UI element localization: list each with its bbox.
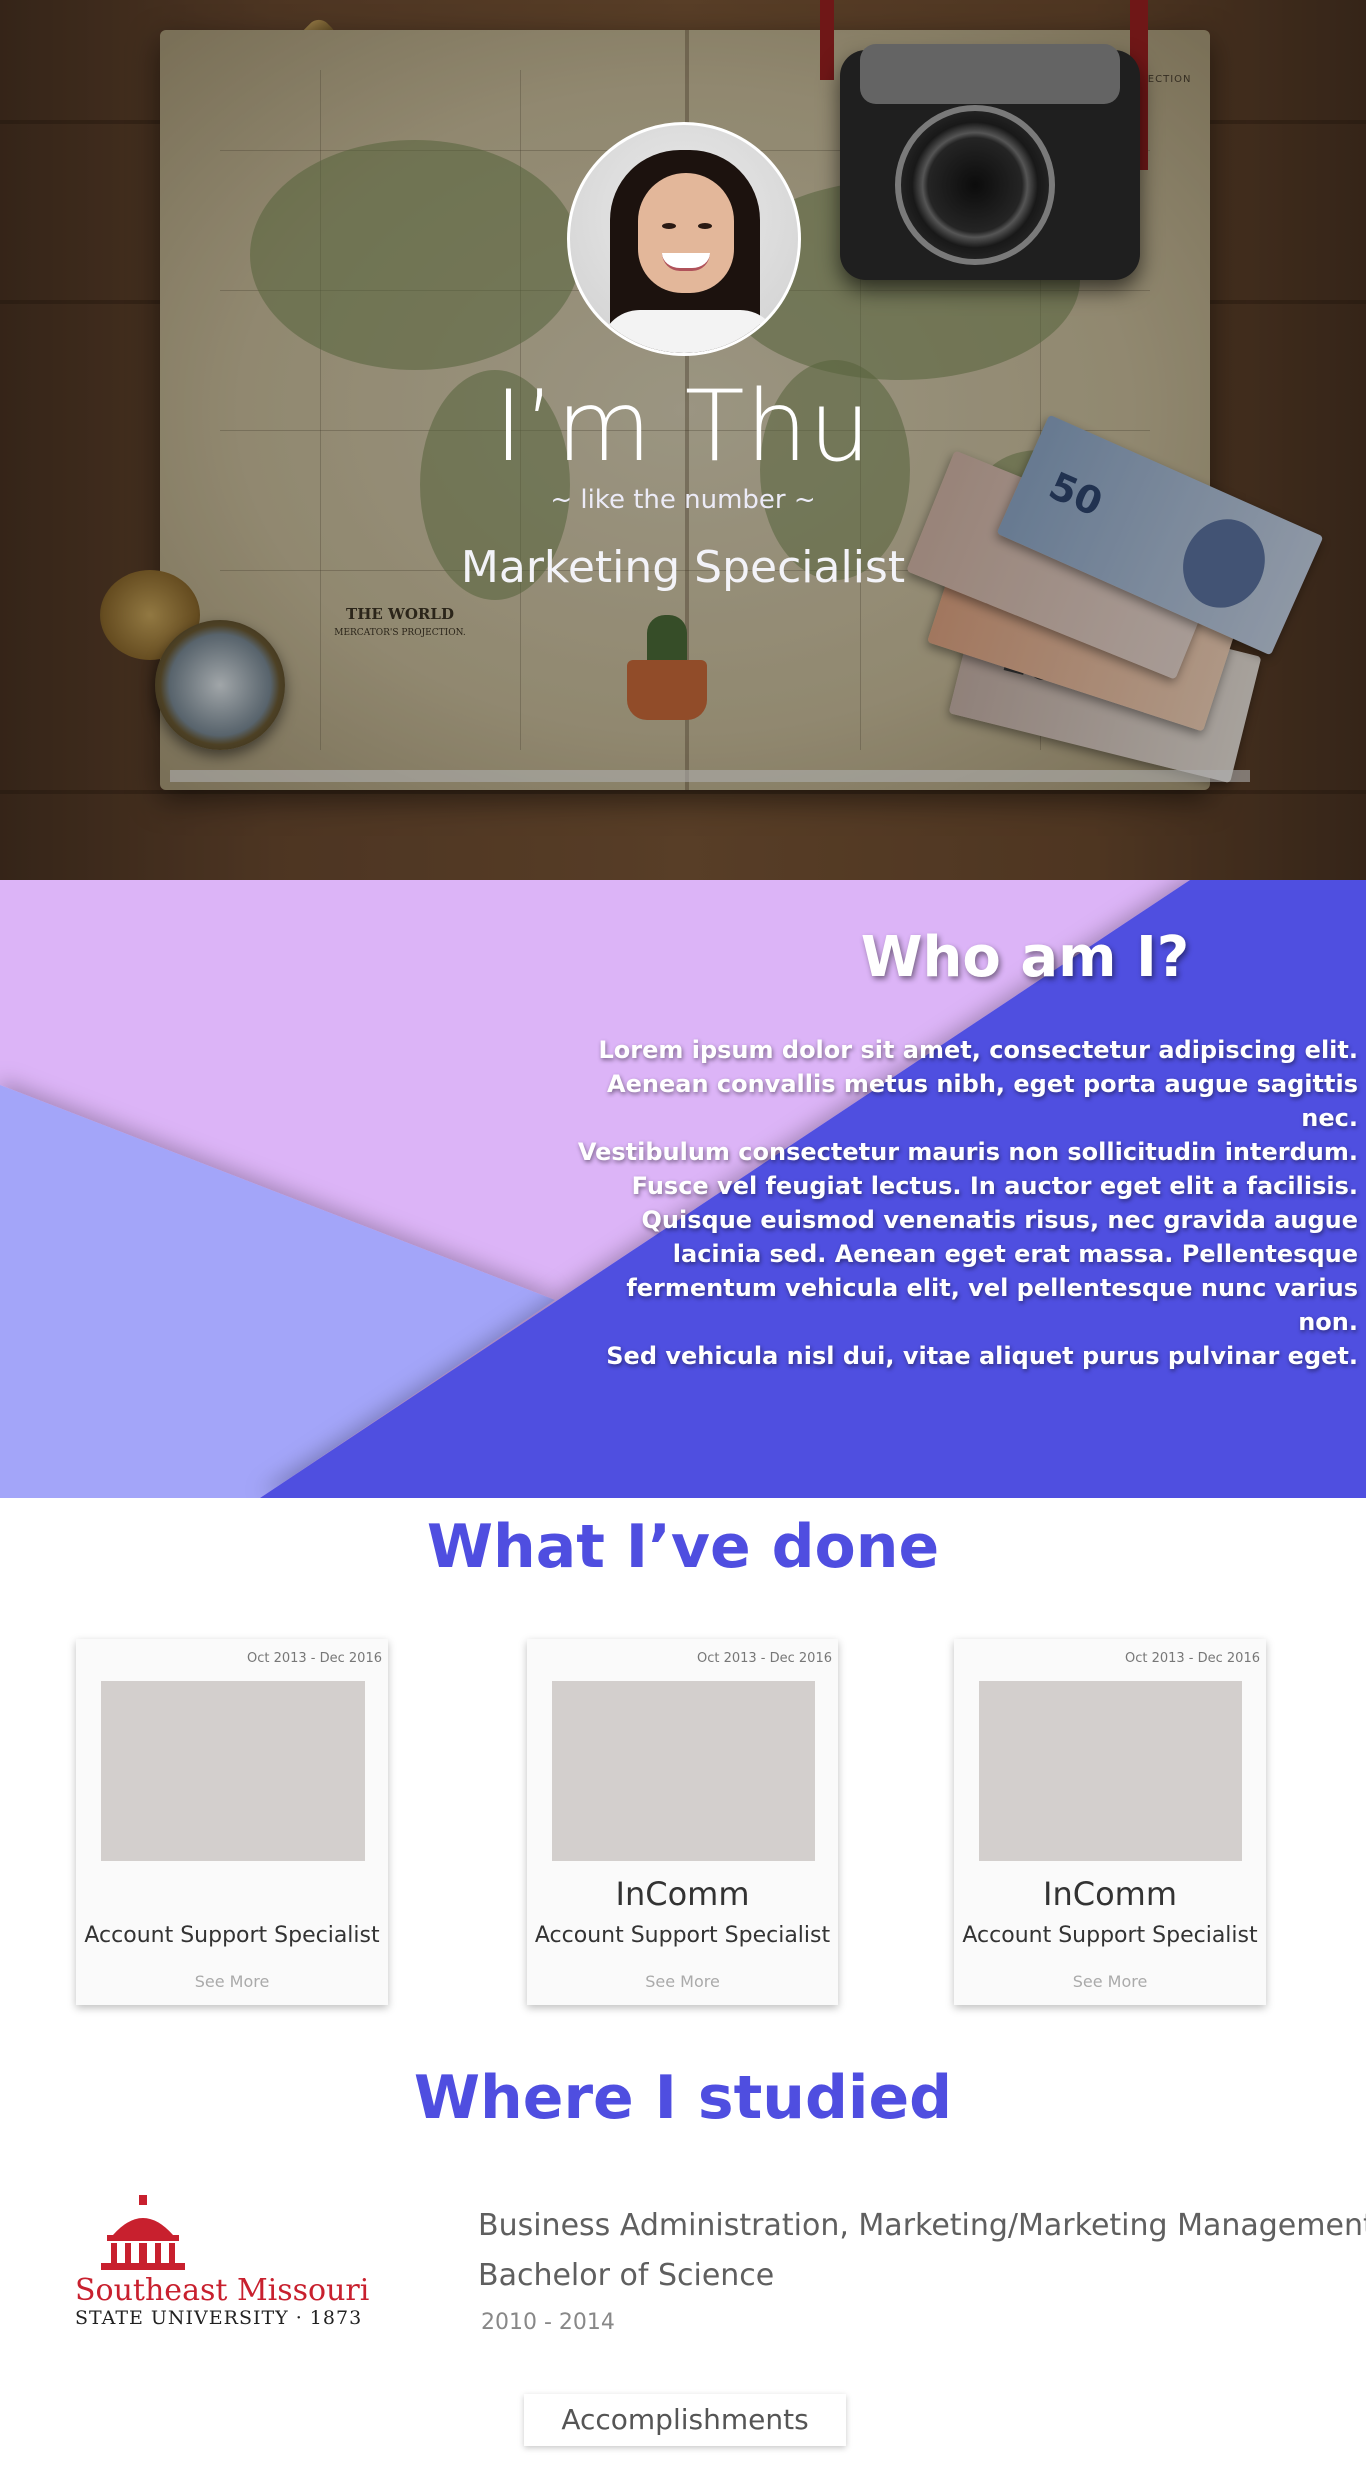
profile-avatar <box>567 122 801 356</box>
work-card: Oct 2013 - Dec 2016 InComm Account Suppo… <box>954 1639 1266 2005</box>
hero-name-heading: I’m Thu <box>494 370 872 484</box>
work-card-role: Account Support Specialist <box>962 1923 1258 1948</box>
about-line: Lorem ipsum dolor sit amet, consectetur … <box>598 1036 1358 1064</box>
see-more-link[interactable]: See More <box>954 1972 1266 1991</box>
university-logo: Southeast Missouri STATE UNIVERSITY · 18… <box>75 2195 425 2335</box>
university-subtitle: STATE UNIVERSITY · 1873 <box>75 2307 363 2329</box>
about-title: Who am I? <box>860 925 1190 990</box>
work-card-company: InComm <box>1043 1875 1177 1913</box>
work-card: Oct 2013 - Dec 2016 Account Support Spec… <box>76 1639 388 2005</box>
work-card-date: Oct 2013 - Dec 2016 <box>1124 1651 1260 1666</box>
work-card-company: InComm <box>615 1875 750 1913</box>
see-more-link[interactable]: See More <box>76 1972 388 1991</box>
about-line: Fusce vel feugiat lectus. In auctor eget… <box>631 1172 1358 1200</box>
work-card-role: Account Support Specialist <box>534 1923 831 1948</box>
work-card-image <box>552 1681 815 1861</box>
about-line: Quisque euismod venenatis risus, nec gra… <box>641 1206 1358 1234</box>
about-line: lacinia sed. Aenean eget erat massa. Pel… <box>672 1240 1358 1268</box>
university-name: Southeast Missouri <box>75 2273 370 2308</box>
work-card-image <box>101 1681 365 1861</box>
accomplishments-button[interactable]: Accomplishments <box>524 2394 846 2446</box>
see-more-link[interactable]: See More <box>527 1972 838 1991</box>
hero-tagline: ~ like the number ~ <box>550 485 816 515</box>
hero-role-title: Marketing Specialist <box>460 542 906 593</box>
work-card-role: Account Support Specialist <box>84 1923 380 1948</box>
education-years: 2010 - 2014 <box>481 2310 615 2335</box>
about-line: Sed vehicula nisl dui, vitae aliquet pur… <box>606 1342 1358 1370</box>
about-line: Vestibulum consectetur mauris non sollic… <box>577 1138 1358 1166</box>
education-degree-type: Bachelor of Science <box>478 2258 775 2293</box>
education-section-title: Where I studied <box>413 2063 953 2133</box>
work-card-date: Oct 2013 - Dec 2016 <box>246 1651 382 1666</box>
work-card-date: Oct 2013 - Dec 2016 <box>696 1651 832 1666</box>
university-dome-icon <box>101 2195 185 2270</box>
work-section-title: What I’ve done <box>426 1512 940 1582</box>
education-degree: Business Administration, Marketing/Marke… <box>478 2208 1366 2243</box>
about-line: fermentum vehicula elit, vel pellentesqu… <box>626 1274 1358 1336</box>
work-card: Oct 2013 - Dec 2016 InComm Account Suppo… <box>527 1639 838 2005</box>
work-card-image <box>979 1681 1242 1861</box>
about-line: Aenean convallis metus nibh, eget porta … <box>607 1070 1358 1132</box>
about-paragraph: Lorem ipsum dolor sit amet, consectetur … <box>560 1033 1358 1373</box>
